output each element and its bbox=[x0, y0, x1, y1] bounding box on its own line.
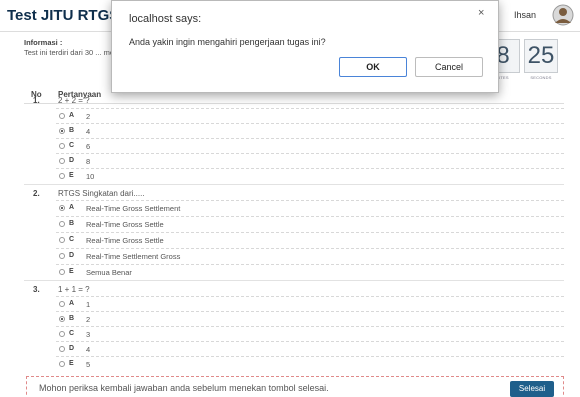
answer-option[interactable]: E5 bbox=[56, 356, 564, 371]
option-letter: C bbox=[69, 142, 75, 149]
answer-option[interactable]: C6 bbox=[56, 138, 564, 153]
option-text: Semua Benar bbox=[86, 268, 132, 277]
option-letter: B bbox=[69, 220, 75, 227]
option-letter: A bbox=[69, 300, 75, 307]
answer-option[interactable]: C Real-Time Gross Settle bbox=[56, 232, 564, 247]
question-text: 1 + 1 = ? bbox=[58, 285, 90, 294]
answer-option[interactable]: D Real-Time Settlement Gross bbox=[56, 248, 564, 263]
question-number: 2. bbox=[33, 189, 40, 198]
radio-button[interactable] bbox=[59, 346, 65, 352]
timer-seconds: 25 bbox=[524, 39, 558, 73]
option-letter: D bbox=[69, 252, 75, 259]
avatar-icon bbox=[552, 4, 574, 26]
option-text: Real-Time Gross Settlement bbox=[86, 204, 181, 213]
radio-button[interactable] bbox=[59, 237, 65, 243]
answer-option[interactable]: E Semua Benar bbox=[56, 264, 564, 279]
answer-option[interactable]: B4 bbox=[56, 123, 564, 138]
footer-text: Mohon periksa kembali jawaban anda sebel… bbox=[39, 383, 329, 393]
question-text: 2 + 2 = ? bbox=[58, 96, 90, 105]
option-text: Real-Time Gross Settle bbox=[86, 220, 164, 229]
answer-option[interactable]: A1 bbox=[56, 296, 564, 311]
answer-option[interactable]: C3 bbox=[56, 326, 564, 341]
finish-button[interactable]: Selesai bbox=[510, 381, 554, 397]
dialog-message: Anda yakin ingin mengahiri pengerjaan tu… bbox=[129, 37, 326, 47]
app-title: Test JITU RTGS bbox=[7, 7, 120, 24]
answer-option[interactable]: E 10 bbox=[56, 168, 564, 183]
option-letter: E bbox=[69, 360, 74, 367]
option-text: 10 bbox=[86, 172, 95, 181]
close-icon[interactable]: × bbox=[478, 7, 484, 19]
option-text: 8 bbox=[86, 157, 91, 166]
option-text: 2 bbox=[86, 315, 91, 324]
option-text: Real-Time Settlement Gross bbox=[86, 252, 181, 261]
option-letter: C bbox=[69, 330, 75, 337]
user-avatar[interactable] bbox=[552, 4, 574, 26]
question-row: 2. RTGS Singkatan dari..... bbox=[24, 186, 564, 201]
option-text: 6 bbox=[86, 142, 91, 151]
question-row: 3. 1 + 1 = ? bbox=[24, 282, 564, 297]
option-letter: E bbox=[69, 172, 74, 179]
question-divider bbox=[24, 280, 564, 281]
option-letter: C bbox=[69, 236, 75, 243]
radio-button[interactable] bbox=[59, 158, 65, 164]
radio-button[interactable] bbox=[59, 269, 65, 275]
radio-button[interactable] bbox=[59, 316, 65, 322]
radio-button[interactable] bbox=[59, 128, 65, 134]
question-text: RTGS Singkatan dari..... bbox=[58, 189, 145, 198]
radio-button[interactable] bbox=[59, 173, 65, 179]
option-text: Real-Time Gross Settle bbox=[86, 236, 164, 245]
option-letter: B bbox=[69, 315, 75, 322]
option-letter: D bbox=[69, 345, 75, 352]
answer-option[interactable]: A2 bbox=[56, 108, 564, 123]
option-text: 3 bbox=[86, 330, 91, 339]
question-number: 1. bbox=[33, 96, 40, 105]
option-letter: A bbox=[69, 204, 75, 211]
option-text: 4 bbox=[86, 127, 91, 136]
option-letter: A bbox=[69, 112, 75, 119]
option-text: 5 bbox=[86, 360, 91, 369]
question-number: 3. bbox=[33, 285, 40, 294]
user-name[interactable]: Ihsan bbox=[514, 10, 536, 20]
ok-button[interactable]: OK bbox=[339, 57, 407, 77]
radio-button[interactable] bbox=[59, 113, 65, 119]
radio-button[interactable] bbox=[59, 221, 65, 227]
answer-option[interactable]: B2 bbox=[56, 311, 564, 326]
question-row: 1. 2 + 2 = ? bbox=[24, 93, 564, 108]
answer-option[interactable]: D8 bbox=[56, 153, 564, 168]
option-text: 4 bbox=[86, 345, 91, 354]
option-text: 2 bbox=[86, 112, 91, 121]
radio-button[interactable] bbox=[59, 361, 65, 367]
option-letter: D bbox=[69, 157, 75, 164]
answer-option[interactable]: D4 bbox=[56, 341, 564, 356]
question-divider bbox=[24, 184, 564, 185]
confirm-dialog: localhost says: × Anda yakin ingin menga… bbox=[111, 0, 499, 93]
radio-button[interactable] bbox=[59, 301, 65, 307]
timer-seconds-label: SECONDS bbox=[530, 75, 552, 80]
footer-notice: Mohon periksa kembali jawaban anda sebel… bbox=[26, 376, 564, 397]
dialog-title: localhost says: bbox=[129, 13, 202, 25]
radio-button[interactable] bbox=[59, 205, 65, 211]
radio-button[interactable] bbox=[59, 143, 65, 149]
option-letter: B bbox=[69, 127, 75, 134]
answer-option[interactable]: A Real-Time Gross Settlement bbox=[56, 200, 564, 215]
option-text: 1 bbox=[86, 300, 91, 309]
option-letter: E bbox=[69, 268, 74, 275]
radio-button[interactable] bbox=[59, 331, 65, 337]
answer-option[interactable]: B Real-Time Gross Settle bbox=[56, 216, 564, 231]
radio-button[interactable] bbox=[59, 253, 65, 259]
cancel-button[interactable]: Cancel bbox=[415, 57, 483, 77]
